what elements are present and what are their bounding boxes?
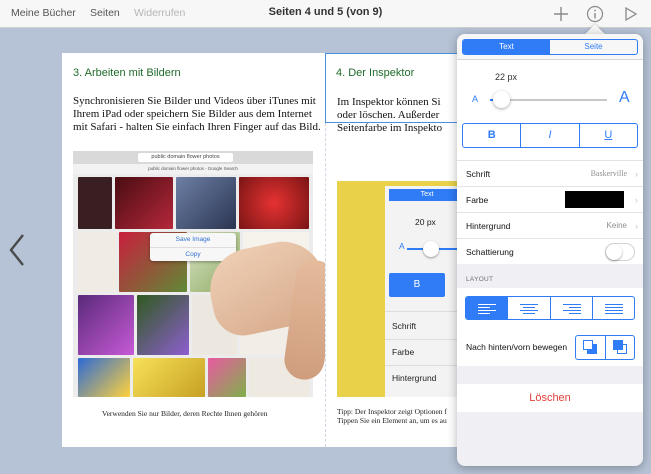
background-value: Keine (606, 221, 627, 230)
font-label: Schrift (466, 169, 491, 179)
mini-background: Hintergrund (392, 373, 437, 383)
play-icon[interactable] (620, 4, 640, 24)
font-value: Baskerville (590, 169, 627, 178)
arrange-row: Nach hinten/vorn bewegen (457, 330, 643, 366)
divider (385, 339, 465, 340)
body-line: oder löschen. Außerder (337, 109, 440, 121)
arrange-buttons (575, 335, 635, 360)
bold-button[interactable]: B (463, 124, 520, 147)
align-left-button[interactable] (466, 297, 508, 319)
bring-forward-button[interactable] (604, 336, 635, 359)
color-swatch[interactable] (565, 191, 624, 208)
inspector-popover: Text Seite 22 px A A B I U Schrift Baske… (457, 34, 643, 466)
chevron-right-icon: › (635, 169, 638, 179)
align-center-button[interactable] (507, 297, 549, 319)
align-right-button[interactable] (549, 297, 592, 319)
flower-tile (78, 232, 116, 292)
flower-tile (78, 295, 134, 355)
smaller-text-icon: A (472, 94, 479, 104)
align-justify-button[interactable] (591, 297, 634, 319)
background-label: Hintergrund (466, 221, 511, 231)
inspector-header: Text Seite (457, 34, 643, 60)
larger-text-icon: A (619, 89, 630, 106)
chevron-right-icon: › (635, 195, 638, 205)
tab-page[interactable]: Seite (550, 40, 637, 54)
inspector-tabs: Text Seite (462, 39, 638, 55)
italic-button[interactable]: I (520, 124, 578, 147)
divider (385, 365, 465, 366)
left-page-body[interactable]: Synchronisieren Sie Bilder und Videos üb… (73, 95, 321, 134)
flower-tile (115, 177, 173, 229)
bring-forward-icon-front (612, 340, 623, 350)
browser-subtitle: public domain flower photos - Google Sea… (73, 164, 313, 174)
mini-slider-knob (423, 241, 439, 257)
layout-section-label: LAYOUT (466, 276, 494, 283)
mini-color: Farbe (392, 347, 415, 357)
flower-tile (176, 177, 236, 229)
text-format-buttons: B I U (462, 123, 638, 148)
color-label: Farbe (466, 195, 489, 205)
alignment-buttons (465, 296, 635, 320)
shadow-toggle[interactable] (605, 243, 635, 261)
mini-size: 20 px (415, 217, 436, 227)
right-page-body[interactable]: Im Inspektor können Si oder löschen. Auß… (337, 96, 462, 135)
delete-button[interactable]: Löschen (457, 384, 643, 412)
left-page-heading[interactable]: 3. Arbeiten mit Bildern (73, 67, 181, 79)
mini-text-tab: Text (389, 189, 465, 201)
send-backward-button[interactable] (576, 336, 605, 359)
tab-text[interactable]: Text (463, 40, 550, 54)
flower-tile (78, 177, 112, 229)
info-icon[interactable] (585, 4, 605, 24)
background-row[interactable]: Hintergrund Keine › (457, 212, 643, 238)
plus-icon[interactable] (551, 4, 571, 24)
save-image-menu-item[interactable]: Save Image (150, 233, 236, 247)
chevron-left-icon[interactable] (6, 232, 28, 268)
send-backward-icon-front (583, 340, 593, 350)
context-menu: Save Image Copy (150, 233, 236, 261)
caption-line: Tipp: Der Inspektor zeigt Optionen f (337, 407, 447, 416)
mini-font: Schrift (392, 321, 417, 331)
flower-tile (78, 358, 130, 397)
shadow-row: Schattierung (457, 238, 643, 264)
flower-tile (133, 358, 205, 397)
mini-a: A (399, 241, 405, 251)
body-line: Seitenfarbe im Inspekto (337, 122, 443, 134)
right-page-heading[interactable]: 4. Der Inspektor (336, 67, 414, 79)
mini-bold: B (389, 273, 445, 297)
caption-line: Tippen Sie ein Element an, um es au (337, 416, 447, 425)
flower-tile (239, 177, 309, 229)
body-line: Im Inspektor können Si (337, 96, 441, 108)
browser-url: public domain flower photos (138, 153, 233, 162)
color-row[interactable]: Farbe › (457, 186, 643, 212)
flower-tile (208, 358, 246, 397)
top-toolbar: Meine Bücher Seiten Widerrufen Seiten 4 … (0, 0, 651, 28)
font-row[interactable]: Schrift Baskerville › (457, 160, 643, 186)
left-page-caption[interactable]: Verwenden Sie nur Bilder, deren Rechte I… (102, 409, 267, 418)
underline-button[interactable]: U (578, 124, 637, 147)
chevron-right-icon: › (635, 221, 638, 231)
arrange-label: Nach hinten/vorn bewegen (466, 342, 568, 352)
divider (385, 311, 465, 312)
right-page-caption[interactable]: Tipp: Der Inspektor zeigt Optionen f Tip… (337, 407, 462, 425)
font-size-value: 22 px (495, 72, 518, 82)
shadow-label: Schattierung (466, 247, 514, 257)
flower-tile (137, 295, 189, 355)
right-page-image[interactable]: Text 20 px A B Schrift Farbe Hintergrund (337, 181, 465, 397)
